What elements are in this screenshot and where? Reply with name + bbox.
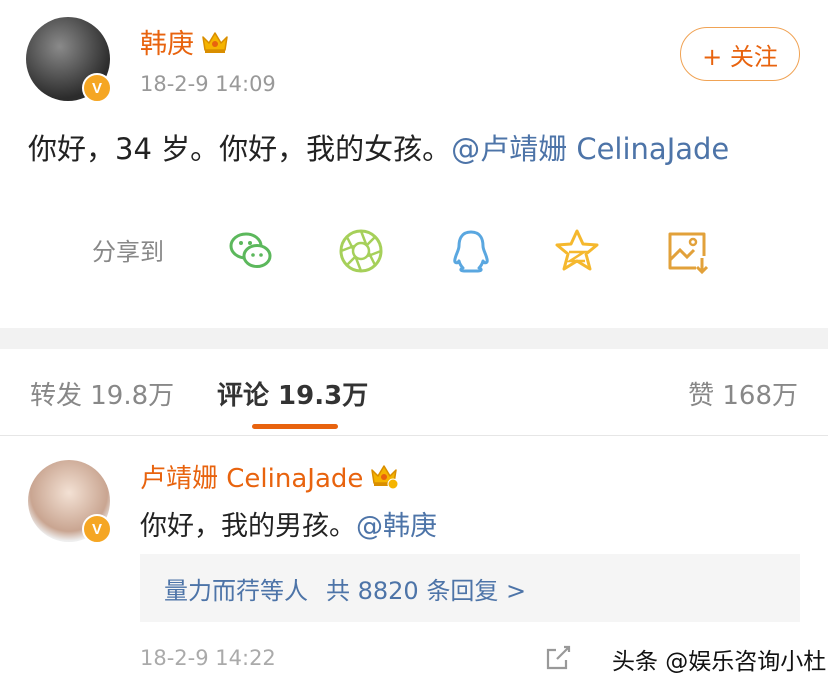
wechat-icon[interactable] [226, 226, 276, 276]
weibo-post: V 韩庚 18-2-9 14:09 + 关注 你好，34 岁。你好，我的女孩。@… [0, 0, 828, 328]
tab-reposts[interactable]: 转发 19.8万 [30, 375, 174, 412]
share-out-icon[interactable] [544, 644, 572, 672]
interaction-tabs: 转发 19.8万 评论 19.3万 赞 168万 [0, 349, 828, 436]
active-tab-indicator [252, 424, 338, 429]
commenter-avatar[interactable]: V [28, 460, 112, 544]
author-name-row: 韩庚 [140, 22, 230, 62]
section-divider [0, 328, 828, 349]
commenter-name-row: 卢靖姗 CelinaJade [140, 458, 399, 497]
author-name[interactable]: 韩庚 [140, 29, 194, 60]
watermark-text: 头条 @娱乐咨询小杜 [612, 649, 827, 675]
share-label: 分享到 [92, 238, 164, 266]
comment-mention-link[interactable]: @韩庚 [356, 511, 437, 542]
verified-badge-icon: V [82, 73, 112, 103]
follow-button[interactable]: + 关注 [680, 27, 800, 81]
post-mention-link[interactable]: @卢靖姗 CelinaJade [451, 132, 729, 166]
post-time: 18-2-9 14:09 [140, 72, 276, 96]
tab-comments[interactable]: 评论 19.3万 [217, 375, 368, 412]
commenter-name[interactable]: 卢靖姗 CelinaJade [140, 464, 363, 494]
crown-icon [200, 29, 230, 62]
post-text: 你好，34 岁。你好，我的女孩。 [28, 132, 452, 166]
post-content: 你好，34 岁。你好，我的女孩。@卢靖姗 CelinaJade [28, 126, 729, 168]
save-image-icon[interactable] [662, 226, 712, 276]
comment-text: 你好，我的男孩。 [140, 511, 356, 542]
reply-summary[interactable]: 量力而荇等人共 8820 条回复 > [140, 554, 800, 622]
tab-likes[interactable]: 赞 168万 [688, 375, 798, 412]
crown-icon [369, 462, 399, 497]
reply-count-link[interactable]: 共 8820 条回复 > [326, 571, 526, 606]
qq-icon[interactable] [446, 226, 496, 276]
comment-content: 你好，我的男孩。@韩庚 [140, 504, 437, 543]
qzone-star-icon[interactable] [552, 226, 602, 276]
author-avatar[interactable]: V [26, 17, 112, 103]
verified-badge-icon: V [82, 514, 112, 544]
moments-icon[interactable] [336, 226, 386, 276]
reply-user-link[interactable]: 量力而荇等人 [164, 571, 308, 606]
comment-time: 18-2-9 14:22 [140, 646, 276, 670]
comment-item: V 卢靖姗 CelinaJade 你好，我的男孩。@韩庚 量力而荇等人共 882… [0, 436, 828, 686]
